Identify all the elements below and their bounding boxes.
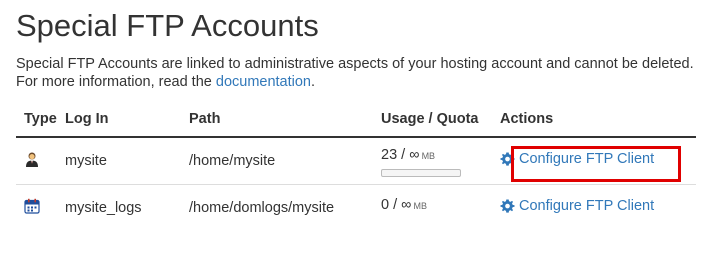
header-usage-quota: Usage / Quota [381, 102, 500, 138]
table-row: mysite /home/mysite 23 / ∞ MB Configure F… [16, 137, 696, 185]
login-cell: mysite_logs [65, 200, 142, 216]
usage-value: 23 / ∞ MB [381, 147, 436, 163]
page-title: Special FTP Accounts [16, 8, 319, 43]
table-row: mysite_logs /home/domlogs/mysite 0 / ∞ MB… [16, 185, 696, 232]
special-ftp-accounts-page: Special FTP Accounts Special FTP Account… [0, 0, 712, 267]
actions-cell: Configure FTP Client [500, 137, 696, 185]
usage-cell: 23 / ∞ MB [381, 137, 500, 185]
type-cell [16, 137, 65, 185]
login-cell: mysite [65, 137, 189, 185]
header-path: Path [189, 102, 381, 138]
table-header-row: Type Log In Path Usage / Quota Actions [16, 102, 696, 138]
configure-ftp-client-label: Configure FTP Client [519, 151, 655, 168]
configure-ftp-client-button[interactable]: Configure FTP Client [500, 151, 654, 167]
usage-cell: 0 / ∞ MB [381, 185, 500, 232]
type-cell [16, 185, 65, 232]
ftp-accounts-table: Type Log In Path Usage / Quota Actions m… [16, 102, 696, 231]
path-cell: /home/mysite [189, 137, 381, 185]
usage-unit: MB [421, 151, 436, 161]
description-end: . [311, 74, 316, 90]
actions-cell: Configure FTP Client [500, 185, 696, 232]
page-description: Special FTP Accounts are linked to admin… [16, 55, 696, 91]
gear-icon [500, 199, 515, 213]
usage-unit: MB [413, 200, 428, 211]
usage-progress-bar [381, 169, 461, 177]
header-actions: Actions [500, 102, 696, 138]
usage-value: 0 / ∞ MB [381, 196, 428, 213]
gear-icon [500, 152, 515, 166]
calendar-log-icon [24, 198, 40, 218]
path-cell: /home/domlogs/mysite [189, 200, 335, 216]
header-type: Type [16, 102, 65, 138]
documentation-link[interactable]: documentation [216, 74, 311, 90]
user-icon [24, 152, 40, 171]
header-login: Log In [65, 102, 189, 138]
description-text: Special FTP Accounts are linked to admin… [16, 56, 694, 90]
configure-ftp-client-button[interactable]: Configure FTP Client [500, 198, 654, 214]
configure-ftp-client-label: Configure FTP Client [519, 198, 655, 215]
